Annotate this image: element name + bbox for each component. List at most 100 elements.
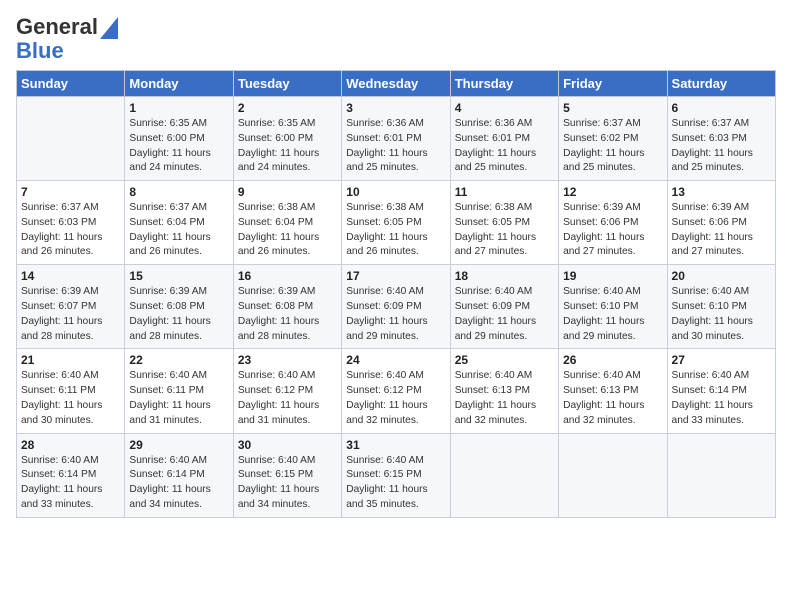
calendar-cell: 14Sunrise: 6:39 AM Sunset: 6:07 PM Dayli…: [17, 265, 125, 349]
calendar-week-1: 1Sunrise: 6:35 AM Sunset: 6:00 PM Daylig…: [17, 97, 776, 181]
calendar-cell: 25 Sunrise: 6:40 AM Sunset: 6:13 PM Dayli…: [450, 349, 558, 433]
day-number: 5: [563, 101, 662, 115]
day-number: 2: [238, 101, 337, 115]
day-info: Sunrise: 6:35 AM Sunset: 6:00 PM Dayligh…: [238, 117, 337, 176]
day-info: Sunrise: 6:40 AM Sunset: 6:12 PM Dayligh…: [346, 369, 445, 428]
day-info: Sunrise: 6:40 AM Sunset: 6:11 PM Dayligh…: [129, 369, 228, 428]
logo-general: General: [16, 14, 98, 40]
calendar-cell: 30 Sunrise: 6:40 AM Sunset: 6:15 PM Dayli…: [233, 433, 341, 517]
day-info: Sunrise: 6:36 AM Sunset: 6:01 PM Dayligh…: [455, 117, 554, 176]
calendar-cell: 18Sunrise: 6:40 AM Sunset: 6:09 PM Dayli…: [450, 265, 558, 349]
day-number: 6: [672, 101, 771, 115]
calendar-cell: 8 Sunrise: 6:37 AM Sunset: 6:04 PM Daylig…: [125, 181, 233, 265]
calendar-cell: 24Sunrise: 6:40 AM Sunset: 6:12 PM Dayli…: [342, 349, 450, 433]
logo: General Blue: [16, 14, 118, 64]
calendar-cell: 1Sunrise: 6:35 AM Sunset: 6:00 PM Daylig…: [125, 97, 233, 181]
header-day-tuesday: Tuesday: [233, 71, 341, 97]
day-number: 22: [129, 353, 228, 367]
calendar-cell: 2 Sunrise: 6:35 AM Sunset: 6:00 PM Daylig…: [233, 97, 341, 181]
day-number: 10: [346, 185, 445, 199]
day-info: Sunrise: 6:40 AM Sunset: 6:14 PM Dayligh…: [672, 369, 771, 428]
day-info: Sunrise: 6:40 AM Sunset: 6:09 PM Dayligh…: [346, 285, 445, 344]
calendar-cell: 21 Sunrise: 6:40 AM Sunset: 6:11 PM Dayli…: [17, 349, 125, 433]
day-number: 31: [346, 438, 445, 452]
day-info: Sunrise: 6:40 AM Sunset: 6:13 PM Dayligh…: [455, 369, 554, 428]
header-day-saturday: Saturday: [667, 71, 775, 97]
day-info: Sunrise: 6:40 AM Sunset: 6:13 PM Dayligh…: [563, 369, 662, 428]
calendar-cell: 10Sunrise: 6:38 AM Sunset: 6:05 PM Dayli…: [342, 181, 450, 265]
day-number: 30: [238, 438, 337, 452]
day-number: 29: [129, 438, 228, 452]
calendar-table: SundayMondayTuesdayWednesdayThursdayFrid…: [16, 70, 776, 518]
header: General Blue: [16, 10, 776, 64]
day-info: Sunrise: 6:40 AM Sunset: 6:14 PM Dayligh…: [129, 454, 228, 513]
day-info: Sunrise: 6:39 AM Sunset: 6:08 PM Dayligh…: [238, 285, 337, 344]
day-info: Sunrise: 6:40 AM Sunset: 6:12 PM Dayligh…: [238, 369, 337, 428]
day-info: Sunrise: 6:40 AM Sunset: 6:15 PM Dayligh…: [346, 454, 445, 513]
day-number: 8: [129, 185, 228, 199]
calendar-cell: 4 Sunrise: 6:36 AM Sunset: 6:01 PM Daylig…: [450, 97, 558, 181]
day-info: Sunrise: 6:40 AM Sunset: 6:10 PM Dayligh…: [563, 285, 662, 344]
calendar-cell: 7 Sunrise: 6:37 AM Sunset: 6:03 PM Daylig…: [17, 181, 125, 265]
day-info: Sunrise: 6:37 AM Sunset: 6:03 PM Dayligh…: [21, 201, 120, 260]
day-info: Sunrise: 6:40 AM Sunset: 6:14 PM Dayligh…: [21, 454, 120, 513]
day-number: 7: [21, 185, 120, 199]
day-number: 4: [455, 101, 554, 115]
calendar-cell: [559, 433, 667, 517]
day-info: Sunrise: 6:40 AM Sunset: 6:11 PM Dayligh…: [21, 369, 120, 428]
calendar-week-4: 21 Sunrise: 6:40 AM Sunset: 6:11 PM Dayli…: [17, 349, 776, 433]
header-day-friday: Friday: [559, 71, 667, 97]
day-number: 25: [455, 353, 554, 367]
calendar-cell: 31 Sunrise: 6:40 AM Sunset: 6:15 PM Dayli…: [342, 433, 450, 517]
day-info: Sunrise: 6:37 AM Sunset: 6:04 PM Dayligh…: [129, 201, 228, 260]
day-info: Sunrise: 6:37 AM Sunset: 6:02 PM Dayligh…: [563, 117, 662, 176]
calendar-cell: 12Sunrise: 6:39 AM Sunset: 6:06 PM Dayli…: [559, 181, 667, 265]
calendar-cell: 19 Sunrise: 6:40 AM Sunset: 6:10 PM Dayli…: [559, 265, 667, 349]
day-info: Sunrise: 6:39 AM Sunset: 6:06 PM Dayligh…: [672, 201, 771, 260]
calendar-cell: 13Sunrise: 6:39 AM Sunset: 6:06 PM Dayli…: [667, 181, 775, 265]
calendar-week-2: 7 Sunrise: 6:37 AM Sunset: 6:03 PM Daylig…: [17, 181, 776, 265]
day-number: 16: [238, 269, 337, 283]
header-day-sunday: Sunday: [17, 71, 125, 97]
logo-blue: Blue: [16, 38, 118, 64]
calendar-cell: 16 Sunrise: 6:39 AM Sunset: 6:08 PM Dayli…: [233, 265, 341, 349]
day-info: Sunrise: 6:40 AM Sunset: 6:15 PM Dayligh…: [238, 454, 337, 513]
day-number: 28: [21, 438, 120, 452]
day-info: Sunrise: 6:35 AM Sunset: 6:00 PM Dayligh…: [129, 117, 228, 176]
main-container: General Blue SundayMondayTuesdayWednesda…: [0, 0, 792, 528]
calendar-cell: [450, 433, 558, 517]
day-info: Sunrise: 6:40 AM Sunset: 6:10 PM Dayligh…: [672, 285, 771, 344]
header-row: SundayMondayTuesdayWednesdayThursdayFrid…: [17, 71, 776, 97]
calendar-cell: 9 Sunrise: 6:38 AM Sunset: 6:04 PM Daylig…: [233, 181, 341, 265]
day-number: 21: [21, 353, 120, 367]
day-info: Sunrise: 6:36 AM Sunset: 6:01 PM Dayligh…: [346, 117, 445, 176]
calendar-cell: 11Sunrise: 6:38 AM Sunset: 6:05 PM Dayli…: [450, 181, 558, 265]
day-number: 15: [129, 269, 228, 283]
calendar-cell: 23 Sunrise: 6:40 AM Sunset: 6:12 PM Dayli…: [233, 349, 341, 433]
header-day-thursday: Thursday: [450, 71, 558, 97]
day-number: 27: [672, 353, 771, 367]
calendar-cell: 20 Sunrise: 6:40 AM Sunset: 6:10 PM Dayli…: [667, 265, 775, 349]
day-number: 26: [563, 353, 662, 367]
calendar-cell: [17, 97, 125, 181]
calendar-cell: 6 Sunrise: 6:37 AM Sunset: 6:03 PM Daylig…: [667, 97, 775, 181]
calendar-cell: 3Sunrise: 6:36 AM Sunset: 6:01 PM Daylig…: [342, 97, 450, 181]
day-info: Sunrise: 6:38 AM Sunset: 6:04 PM Dayligh…: [238, 201, 337, 260]
day-number: 17: [346, 269, 445, 283]
day-number: 9: [238, 185, 337, 199]
calendar-cell: 22 Sunrise: 6:40 AM Sunset: 6:11 PM Dayli…: [125, 349, 233, 433]
calendar-cell: 27 Sunrise: 6:40 AM Sunset: 6:14 PM Dayli…: [667, 349, 775, 433]
day-info: Sunrise: 6:40 AM Sunset: 6:09 PM Dayligh…: [455, 285, 554, 344]
logo-arrow-icon: [100, 17, 118, 39]
day-number: 23: [238, 353, 337, 367]
calendar-cell: 5 Sunrise: 6:37 AM Sunset: 6:02 PM Daylig…: [559, 97, 667, 181]
calendar-cell: 26 Sunrise: 6:40 AM Sunset: 6:13 PM Dayli…: [559, 349, 667, 433]
logo-text: General Blue: [16, 14, 118, 64]
day-number: 19: [563, 269, 662, 283]
header-day-wednesday: Wednesday: [342, 71, 450, 97]
calendar-week-3: 14Sunrise: 6:39 AM Sunset: 6:07 PM Dayli…: [17, 265, 776, 349]
day-number: 12: [563, 185, 662, 199]
day-info: Sunrise: 6:38 AM Sunset: 6:05 PM Dayligh…: [455, 201, 554, 260]
day-number: 20: [672, 269, 771, 283]
day-info: Sunrise: 6:37 AM Sunset: 6:03 PM Dayligh…: [672, 117, 771, 176]
